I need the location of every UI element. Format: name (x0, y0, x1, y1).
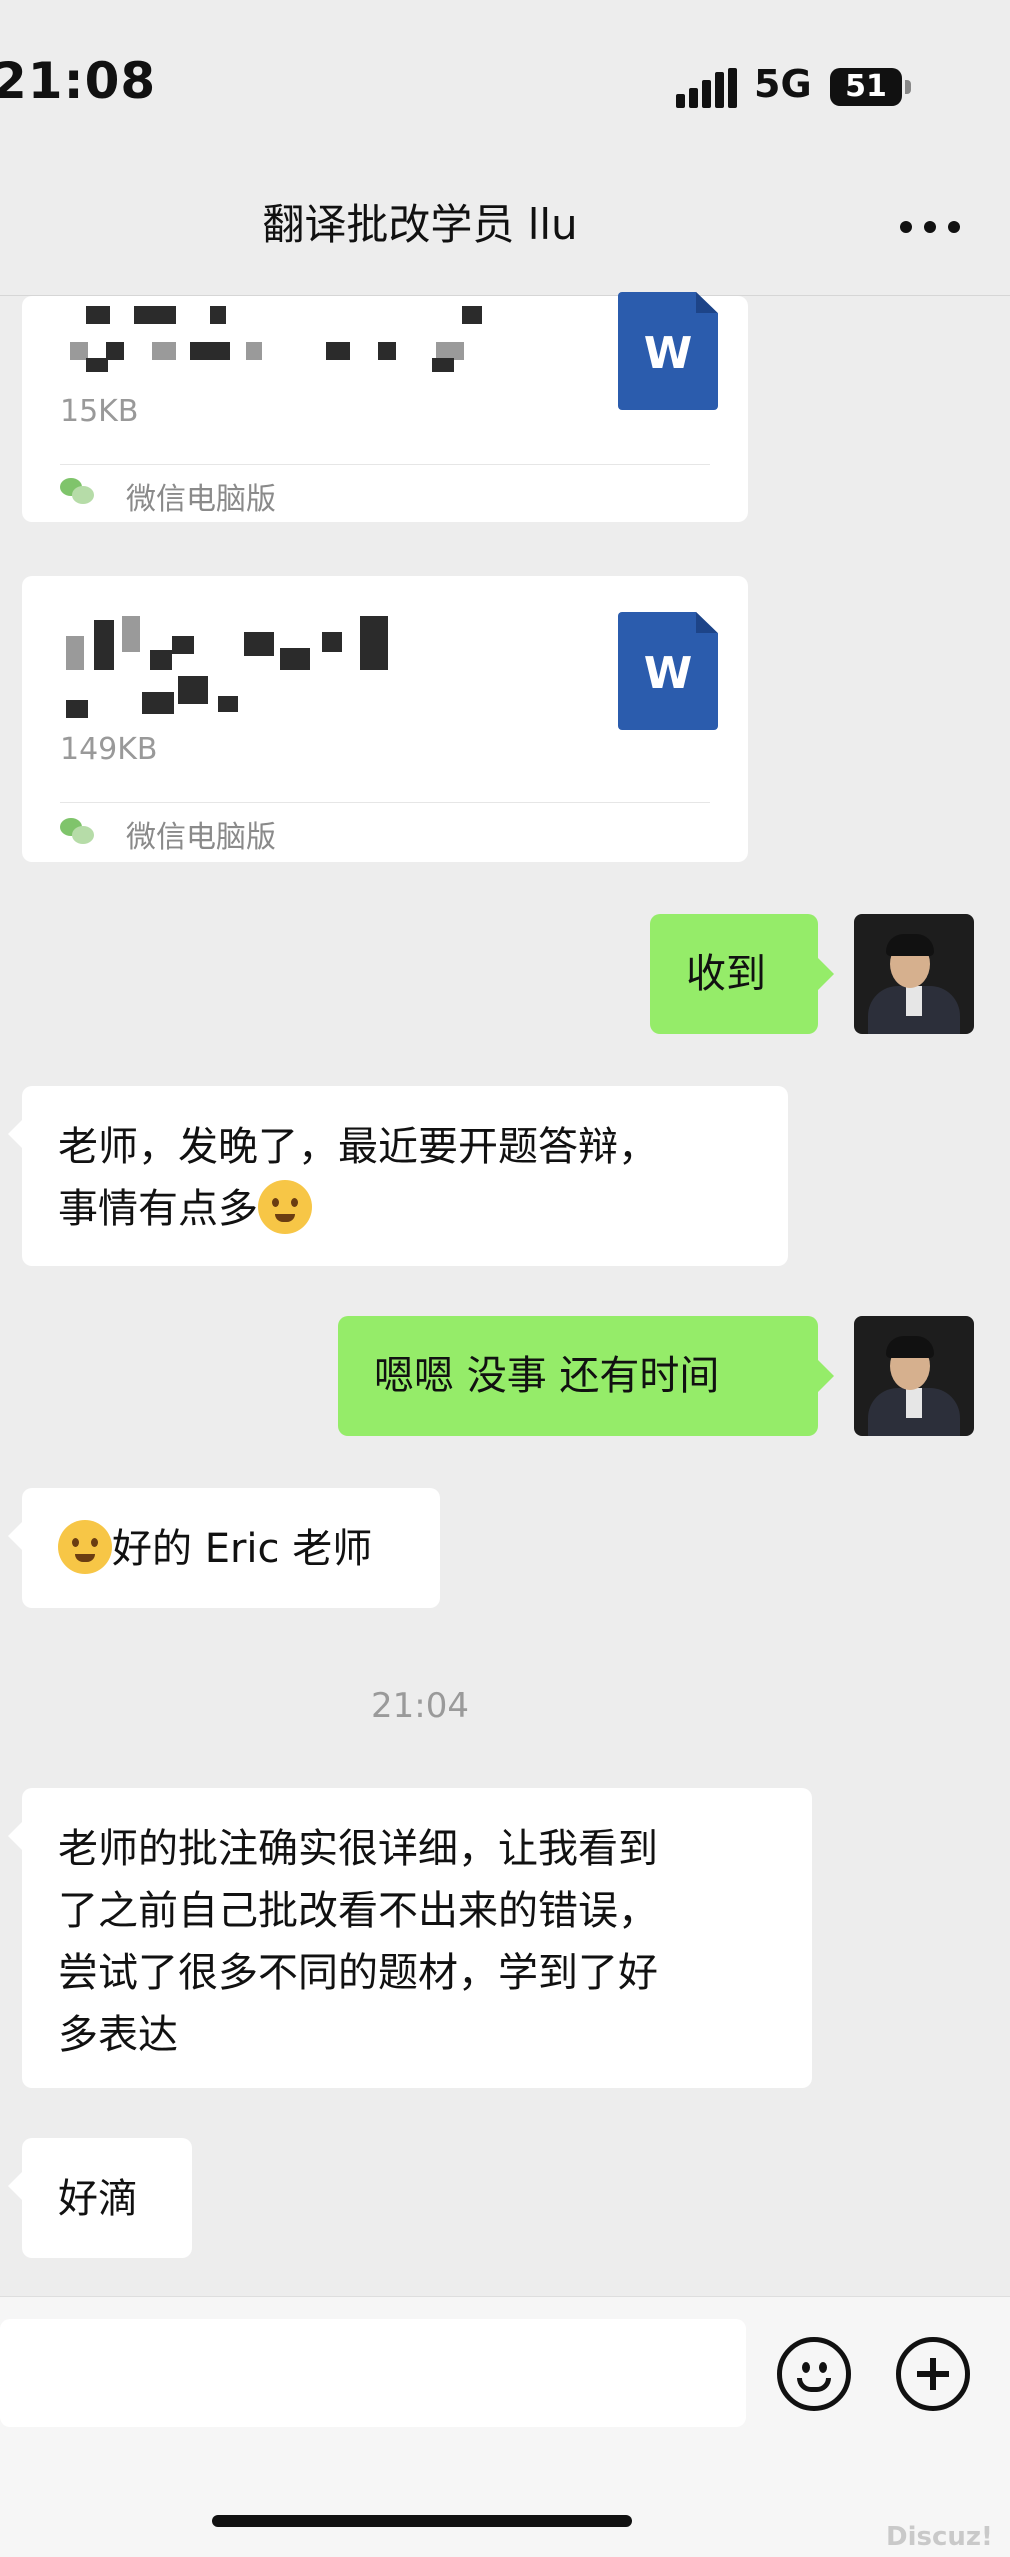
message-text: 事情有点多 (58, 1186, 258, 1232)
blurred-filename (360, 616, 388, 670)
timestamp: 21:04 (371, 1686, 469, 1726)
message-input[interactable] (0, 2319, 746, 2427)
file-source: 微信电脑版 (126, 482, 276, 517)
emoji-button-icon[interactable] (777, 2337, 851, 2411)
wechat-icon (60, 818, 94, 846)
message-bubble-self[interactable]: 收到 (650, 914, 834, 1034)
message-bubble-self[interactable]: 嗯嗯 没事 还有时间 (338, 1316, 834, 1436)
message-bubble-other[interactable]: 老师的批注确实很详细，让我看到 了之前自己批改看不出来的错误， 尝试了很多不同的… (8, 1788, 812, 2088)
message-bubble-other[interactable]: 好的 Eric 老师 (8, 1488, 440, 1608)
blurred-filename (322, 632, 342, 652)
blurred-filename (152, 342, 176, 360)
message-text: 嗯嗯 没事 还有时间 (374, 1353, 720, 1399)
blurred-filename (462, 306, 482, 324)
word-letter: W (643, 328, 693, 379)
word-file-icon: W (618, 292, 718, 410)
message-text: 尝试了很多不同的题材，学到了好 (58, 1950, 658, 1996)
battery-icon: 51 (830, 68, 902, 106)
home-indicator (212, 2515, 632, 2527)
word-letter: W (643, 648, 693, 699)
blurred-filename (106, 342, 124, 360)
message-bubble-other[interactable]: 老师，发晚了，最近要开题答辩， 事情有点多 (8, 1086, 788, 1266)
blurred-filename (150, 650, 172, 670)
sweat-emoji-icon (258, 1180, 312, 1234)
blurred-filename (94, 620, 114, 670)
blurred-filename (134, 306, 176, 324)
file-size: 15KB (60, 394, 139, 429)
blurred-filename (190, 342, 230, 360)
avatar[interactable] (854, 914, 974, 1034)
message-bubble-other[interactable]: 好滴 (8, 2138, 192, 2258)
blurred-filename (432, 358, 454, 372)
watermark: Discuz! (886, 2522, 993, 2552)
blurred-filename (378, 342, 396, 360)
blurred-filename (122, 616, 140, 652)
message-text: 好的 Eric 老师 (112, 1526, 373, 1572)
battery-cap (905, 80, 911, 94)
message-text: 多表达 (58, 2012, 178, 2058)
more-icon[interactable] (900, 221, 960, 233)
chat-header: 翻译批改学员 llu (0, 175, 1010, 296)
blurred-filename (142, 692, 174, 714)
message-text: 好滴 (58, 2176, 138, 2222)
blurred-filename (280, 648, 310, 670)
chat-title: 翻译批改学员 llu (262, 200, 578, 249)
blurred-filename (210, 306, 226, 324)
blurred-filename (246, 342, 262, 360)
divider (60, 802, 710, 803)
blurred-filename (244, 632, 274, 656)
signal-icon (676, 68, 737, 108)
file-message[interactable]: W 149KB 微信电脑版 (22, 576, 748, 862)
blurred-filename (326, 342, 350, 360)
blurred-filename (86, 306, 110, 324)
network-type: 5G (754, 62, 812, 106)
blurred-filename (178, 676, 208, 704)
message-text: 老师，发晚了，最近要开题答辩， (58, 1124, 658, 1170)
blurred-filename (218, 696, 238, 712)
message-text: 收到 (686, 951, 766, 997)
message-text: 了之前自己批改看不出来的错误， (58, 1888, 658, 1934)
divider (60, 464, 710, 465)
word-file-icon: W (618, 612, 718, 730)
blurred-filename (66, 636, 84, 670)
file-source: 微信电脑版 (126, 820, 276, 855)
message-text: 老师的批注确实很详细，让我看到 (58, 1826, 658, 1872)
blurred-filename (66, 700, 88, 718)
clock: 21:08 (0, 52, 157, 110)
crying-emoji-icon (58, 1520, 112, 1574)
wechat-icon (60, 478, 94, 506)
plus-button-icon[interactable] (896, 2337, 970, 2411)
avatar[interactable] (854, 1316, 974, 1436)
blurred-filename (86, 358, 108, 372)
status-bar: 21:08 5G 51 (0, 0, 1010, 175)
input-bar (0, 2296, 1010, 2557)
file-message[interactable]: W 15KB 微信电脑版 (22, 292, 748, 522)
blurred-filename (172, 636, 194, 654)
file-size: 149KB (60, 732, 158, 767)
